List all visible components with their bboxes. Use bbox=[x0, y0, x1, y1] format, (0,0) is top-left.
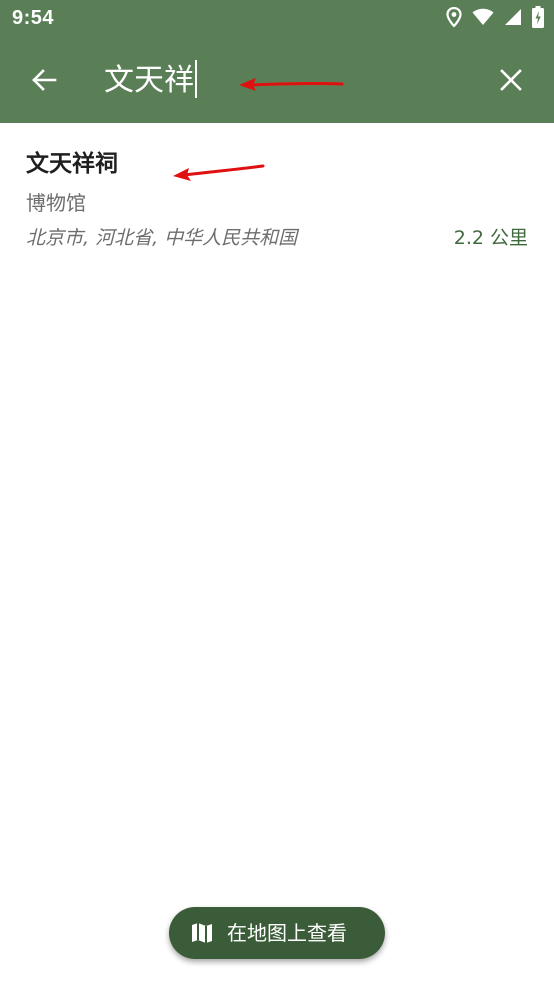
arrow-left-icon bbox=[32, 69, 57, 91]
status-bar: 9:54 bbox=[0, 0, 554, 38]
result-category: 博物馆 bbox=[26, 191, 86, 215]
search-input-value[interactable]: 文天祥 bbox=[104, 63, 194, 98]
status-time: 9:54 bbox=[12, 7, 55, 29]
wifi-icon bbox=[472, 8, 494, 30]
close-icon bbox=[500, 69, 522, 91]
signal-icon bbox=[504, 8, 522, 30]
view-on-map-button[interactable]: 在地图上查看 bbox=[169, 907, 385, 959]
result-title: 文天祥祠 bbox=[26, 151, 118, 177]
search-result-item[interactable]: 文天祥祠 博物馆 北京市, 河北省, 中华人民共和国 2.2 公里 bbox=[0, 123, 554, 263]
result-distance: 2.2 公里 bbox=[453, 227, 528, 249]
battery-charging-icon bbox=[532, 6, 544, 32]
result-address: 北京市, 河北省, 中华人民共和国 bbox=[26, 227, 298, 249]
text-caret bbox=[195, 60, 197, 98]
clear-search-button[interactable] bbox=[489, 58, 533, 102]
search-app-bar: 文天祥 bbox=[0, 38, 554, 123]
view-on-map-label: 在地图上查看 bbox=[227, 921, 347, 945]
search-field[interactable]: 文天祥 bbox=[104, 56, 464, 104]
map-icon bbox=[189, 920, 215, 946]
status-icons bbox=[446, 6, 544, 32]
back-button[interactable] bbox=[22, 58, 66, 102]
location-icon bbox=[446, 6, 462, 31]
